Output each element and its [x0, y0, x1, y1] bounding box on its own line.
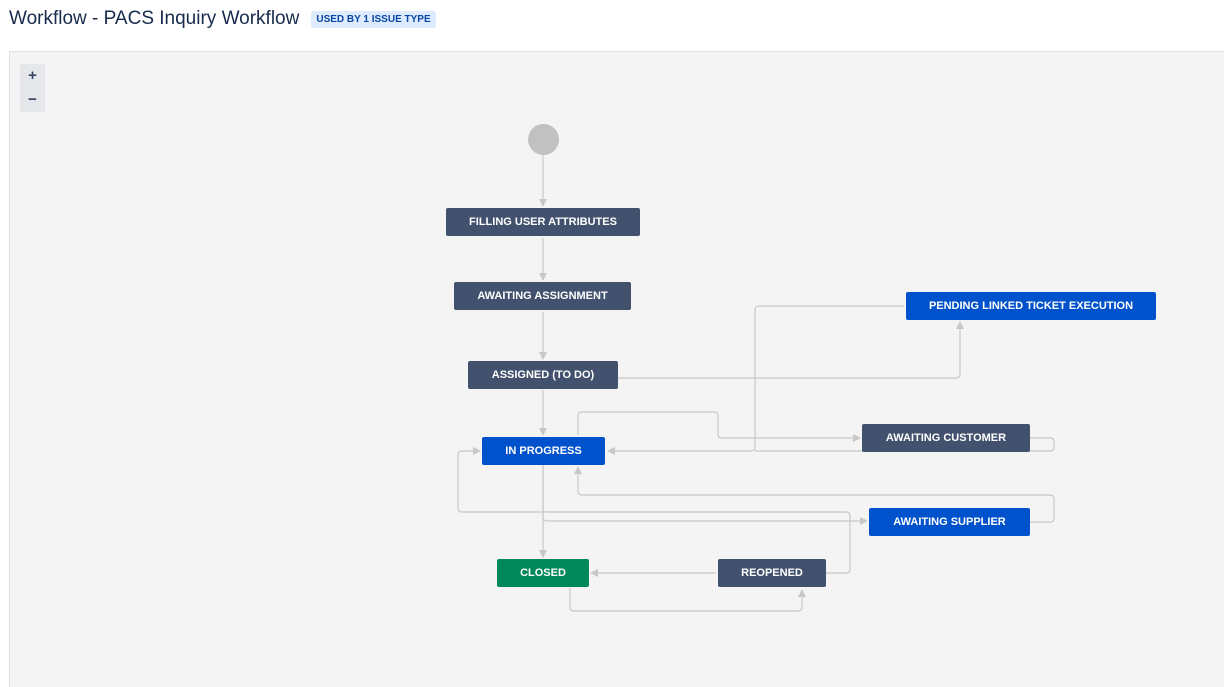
transition-lines — [457, 155, 1055, 612]
status-in-progress[interactable]: IN PROGRESS — [482, 437, 605, 465]
status-pending-linked-ticket-execution[interactable]: PENDING LINKED TICKET EXECUTION — [906, 292, 1156, 320]
status-label: CLOSED — [520, 567, 566, 579]
status-closed[interactable]: CLOSED — [497, 559, 589, 587]
status-awaiting-assignment[interactable]: AWAITING ASSIGNMENT — [454, 282, 631, 310]
status-assigned-to-do[interactable]: ASSIGNED (TO DO) — [468, 361, 618, 389]
status-label: PENDING LINKED TICKET EXECUTION — [928, 300, 1134, 312]
transition-assigned-pending — [600, 321, 964, 379]
status-label: REOPENED — [741, 567, 803, 579]
status-filling-user-attributes[interactable]: FILLING USER ATTRIBUTES — [446, 208, 640, 236]
workflow-start-node[interactable] — [528, 124, 559, 155]
status-reopened[interactable]: REOPENED — [718, 559, 826, 587]
transition-in-progress-awaiting-customer — [577, 411, 861, 442]
status-awaiting-supplier[interactable]: AWAITING SUPPLIER — [869, 508, 1030, 536]
status-label: AWAITING SUPPLIER — [893, 516, 1006, 528]
status-label: FILLING USER ATTRIBUTES — [469, 216, 617, 228]
status-label: AWAITING CUSTOMER — [885, 432, 1007, 444]
transition-closed-reopened — [569, 588, 806, 612]
status-label: ASSIGNED (TO DO) — [491, 369, 595, 381]
status-label: AWAITING ASSIGNMENT — [477, 290, 608, 302]
status-awaiting-customer[interactable]: AWAITING CUSTOMER — [862, 424, 1030, 452]
transition-reopened-in-progress — [457, 447, 851, 574]
status-label: IN PROGRESS — [505, 445, 582, 457]
